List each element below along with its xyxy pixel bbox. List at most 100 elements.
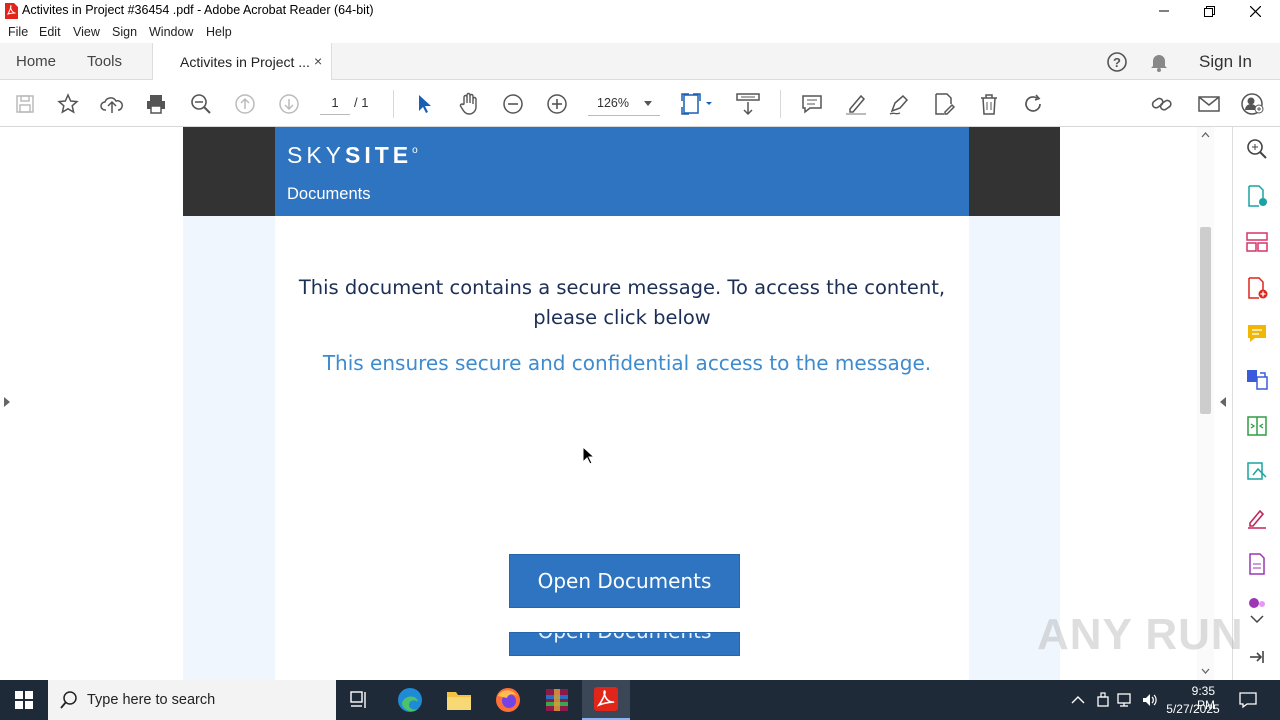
link-icon (1151, 97, 1172, 111)
edge-taskbar-button[interactable] (386, 680, 434, 720)
menu-view[interactable]: View (73, 25, 100, 39)
menu-edit[interactable]: Edit (39, 25, 61, 39)
organize-pages-icon (1246, 232, 1268, 252)
tab-close-button[interactable]: × (314, 53, 322, 69)
select-tool-button[interactable] (412, 91, 438, 117)
menu-sign[interactable]: Sign (112, 25, 137, 39)
help-icon[interactable]: ? (1106, 51, 1128, 73)
tray-device-button[interactable] (1094, 691, 1112, 709)
firefox-icon (496, 688, 520, 712)
page-number-input[interactable]: 1 (320, 93, 350, 115)
print-button[interactable] (143, 91, 169, 117)
message-body: This document contains a secure message.… (275, 216, 969, 680)
rp-search-button[interactable] (1245, 137, 1269, 161)
zoom-level-value: 126% (597, 96, 629, 110)
winrar-taskbar-button[interactable] (533, 680, 581, 720)
start-button[interactable] (0, 680, 48, 720)
clock-date[interactable]: 5/27/2025 (1163, 702, 1223, 716)
document-viewport[interactable]: SKYSITEo Documents This document contain… (0, 127, 1233, 680)
menu-file[interactable]: File (8, 25, 28, 39)
rp-request-signature-button[interactable] (1245, 460, 1269, 484)
title-bar: Activites in Project #36454 .pdf - Adobe… (0, 0, 1280, 22)
combine-files-icon (1247, 370, 1268, 390)
cloud-upload-icon (100, 97, 123, 113)
share-user-button[interactable] (1240, 91, 1266, 117)
open-documents-button-duplicate[interactable]: Open Documents (509, 632, 740, 656)
search-icon (60, 691, 77, 709)
rp-combine-files-button[interactable] (1245, 368, 1269, 392)
rp-compress-button[interactable] (1245, 414, 1269, 438)
rp-collapse-panel-button[interactable] (1245, 645, 1269, 669)
save-button[interactable] (12, 91, 38, 117)
left-panel-toggle-icon[interactable] (4, 397, 10, 407)
trash-icon (981, 94, 997, 115)
menu-help[interactable]: Help (206, 25, 232, 39)
restore-button[interactable] (1186, 0, 1232, 22)
upload-button[interactable] (99, 91, 125, 117)
tab-tools[interactable]: Tools (87, 53, 122, 70)
draw-button[interactable] (887, 91, 913, 117)
file-explorer-taskbar-button[interactable] (435, 680, 483, 720)
highlighter-pen-icon (846, 94, 866, 115)
scroll-down-icon[interactable] (1201, 667, 1210, 675)
firefox-taskbar-button[interactable] (484, 680, 532, 720)
page-fit-button[interactable] (680, 91, 716, 117)
email-button[interactable] (1196, 91, 1222, 117)
document-page-icon (1249, 553, 1265, 575)
rp-fill-sign-button[interactable] (1245, 506, 1269, 530)
close-window-button[interactable] (1232, 0, 1278, 22)
zoom-in-button[interactable] (544, 91, 570, 117)
rp-create-pdf-button[interactable] (1245, 276, 1269, 300)
rp-more-tools-button[interactable] (1245, 594, 1269, 610)
taskbar-search-box[interactable]: Type here to search (48, 680, 336, 720)
menu-window[interactable]: Window (149, 25, 193, 39)
find-button[interactable] (188, 91, 214, 117)
search-icon (1247, 139, 1267, 159)
tab-document[interactable]: Activites in Project ... × (152, 43, 332, 80)
sign-in-button[interactable]: Sign In (1199, 52, 1252, 72)
tray-overflow-button[interactable] (1069, 691, 1087, 709)
right-panel-toggle-icon[interactable] (1220, 397, 1226, 407)
edit-pdf-button[interactable] (931, 91, 957, 117)
close-icon (1249, 5, 1261, 17)
comment-button[interactable] (799, 91, 825, 117)
acrobat-pdf-icon (5, 3, 18, 19)
previous-page-button[interactable] (232, 91, 258, 117)
notifications-bell-icon[interactable] (1149, 52, 1169, 72)
rotate-button[interactable] (1020, 91, 1046, 117)
delete-button[interactable] (976, 91, 1002, 117)
svg-text:?: ? (1113, 55, 1121, 70)
rp-organize-pages-button[interactable] (1245, 230, 1269, 254)
search-placeholder: Type here to search (87, 692, 216, 708)
edit-document-icon (935, 93, 956, 115)
signature-request-icon (1247, 462, 1267, 480)
right-tools-panel (1234, 127, 1280, 680)
rp-expand-button[interactable] (1245, 611, 1269, 627)
minimize-icon (1159, 10, 1169, 12)
acrobat-taskbar-button[interactable] (582, 680, 630, 720)
next-page-button[interactable] (276, 91, 302, 117)
bookmark-button[interactable] (55, 91, 81, 117)
page-total: / 1 (354, 95, 369, 110)
highlight-button[interactable] (843, 91, 869, 117)
scroll-mode-button[interactable] (734, 91, 762, 117)
tray-volume-button[interactable] (1141, 691, 1159, 709)
share-link-button[interactable] (1150, 91, 1176, 117)
task-view-button[interactable] (336, 680, 384, 720)
open-documents-button[interactable]: Open Documents (509, 554, 740, 608)
rp-export-pdf-button[interactable] (1245, 184, 1269, 208)
rp-edit-pdf-button[interactable] (1245, 552, 1269, 576)
more-tools-icon (1249, 598, 1265, 608)
minimize-button[interactable] (1141, 0, 1187, 22)
scroll-up-icon[interactable] (1201, 131, 1210, 139)
hand-tool-button[interactable] (456, 91, 482, 117)
action-center-button[interactable] (1238, 690, 1258, 710)
zoom-out-button[interactable] (500, 91, 526, 117)
zoom-level-select[interactable]: 126% (588, 92, 660, 116)
tab-home[interactable]: Home (16, 53, 56, 70)
vertical-scrollbar[interactable] (1197, 127, 1214, 680)
scrollbar-thumb[interactable] (1200, 227, 1211, 414)
anyrun-watermark: ANY RUN (1037, 610, 1244, 659)
rp-comment-button[interactable] (1245, 322, 1269, 346)
tray-network-button[interactable] (1117, 691, 1135, 709)
